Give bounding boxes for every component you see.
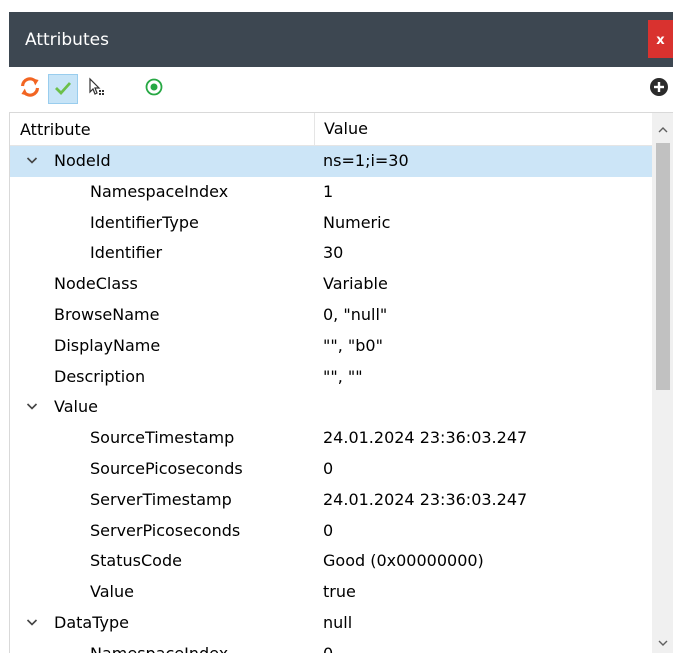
tree-row[interactable]: Identifier 30 (10, 238, 652, 269)
attribute-name: DisplayName (54, 335, 161, 355)
tree-row[interactable]: NamespaceIndex 1 (10, 177, 652, 208)
tree-row[interactable]: StatusCode Good (0x00000000) (10, 546, 652, 577)
attribute-value: 0 (323, 459, 334, 478)
attribute-value: 30 (323, 243, 344, 263)
chevron-down-icon[interactable] (26, 398, 40, 416)
scroll-down-button[interactable] (652, 626, 673, 653)
attribute-value: Good (0x00000000) (323, 551, 484, 571)
add-button[interactable] (645, 74, 673, 104)
tree-row[interactable]: SourcePicoseconds 0 (10, 454, 652, 485)
tree-row[interactable]: SourceTimestamp 24.01.2024 23:36:03.247 (10, 423, 652, 454)
target-icon (144, 77, 164, 101)
tree-row[interactable]: IdentifierType Numeric (10, 208, 652, 239)
attribute-name: NodeId (54, 151, 111, 170)
check-icon (53, 77, 73, 101)
tree-header: Attribute Value (10, 113, 652, 146)
attribute-name: NamespaceIndex (90, 644, 228, 653)
attribute-value: 0 (323, 644, 333, 653)
attribute-value: 0 (323, 520, 334, 540)
target-button[interactable] (139, 74, 169, 104)
attribute-value: Variable (323, 274, 388, 294)
attribute-name: NamespaceIndex (90, 181, 229, 201)
panel-title: Attributes (25, 30, 109, 50)
attribute-name: StatusCode (90, 551, 182, 571)
attribute-value: 24.01.2024 23:36:03.247 (323, 489, 528, 509)
attribute-name: ServerTimestamp (90, 489, 232, 509)
tree-row[interactable]: ServerPicoseconds 0 (10, 516, 652, 547)
panel-titlebar: Attributes (9, 12, 673, 67)
chevron-down-icon[interactable] (26, 152, 40, 170)
attributes-tree: Attribute Value NodeId ns=1;i=30 Namespace… (9, 112, 673, 653)
tree-row[interactable]: DataType null (10, 608, 652, 639)
close-button[interactable]: x (648, 20, 673, 58)
chevron-down-icon (658, 631, 668, 650)
scrollbar-thumb[interactable] (656, 143, 670, 390)
tree-row[interactable]: NodeId ns=1;i=30 (10, 146, 652, 177)
attribute-value: "", "b0" (323, 335, 383, 355)
refresh-icon (18, 75, 42, 103)
select-nodes-icon (86, 77, 106, 101)
tree-row[interactable]: Description "", "" (10, 362, 652, 393)
attribute-value: 24.01.2024 23:36:03.247 (323, 428, 528, 448)
tree-row[interactable]: Value (10, 392, 652, 423)
attribute-value: null (323, 613, 353, 632)
chevron-down-icon[interactable] (26, 614, 40, 632)
tree-row[interactable]: BrowseName 0, "null" (10, 300, 652, 331)
chevron-up-icon (658, 118, 668, 137)
attribute-name: Value (54, 397, 98, 417)
attribute-name: DataType (54, 613, 129, 632)
attribute-value: 1 (323, 181, 334, 201)
attribute-name: ServerPicoseconds (90, 520, 241, 540)
tree-row[interactable]: Value true (10, 577, 652, 608)
attribute-name: Description (54, 366, 146, 386)
attribute-name: Value (90, 582, 134, 602)
column-header-value[interactable]: Value (314, 113, 368, 145)
apply-button[interactable] (48, 74, 78, 104)
refresh-button[interactable] (15, 74, 45, 104)
attribute-value: 0, "null" (323, 305, 388, 324)
attribute-name: SourcePicoseconds (90, 459, 243, 478)
tree-row[interactable]: NamespaceIndex 0 (10, 639, 652, 653)
attribute-value: "", "" (323, 366, 363, 386)
attribute-name: NodeClass (54, 274, 138, 294)
column-header-attribute[interactable]: Attribute (20, 120, 91, 139)
attribute-name: IdentifierType (90, 212, 199, 232)
scroll-up-button[interactable] (652, 113, 673, 141)
attribute-name: BrowseName (54, 305, 160, 324)
tree-row[interactable]: ServerTimestamp 24.01.2024 23:36:03.247 (10, 485, 652, 516)
tree-row[interactable]: NodeClass Variable (10, 269, 652, 300)
attribute-value: Numeric (323, 212, 391, 232)
attribute-name: Identifier (90, 243, 163, 263)
tree-row[interactable]: DisplayName "", "b0" (10, 331, 652, 362)
attribute-name: SourceTimestamp (90, 428, 235, 448)
attribute-value: true (323, 582, 356, 602)
vertical-scrollbar[interactable] (652, 113, 673, 653)
toolbar (9, 70, 673, 108)
attribute-value: ns=1;i=30 (323, 151, 409, 170)
add-circle-icon (649, 77, 669, 101)
select-nodes-button[interactable] (81, 74, 111, 104)
